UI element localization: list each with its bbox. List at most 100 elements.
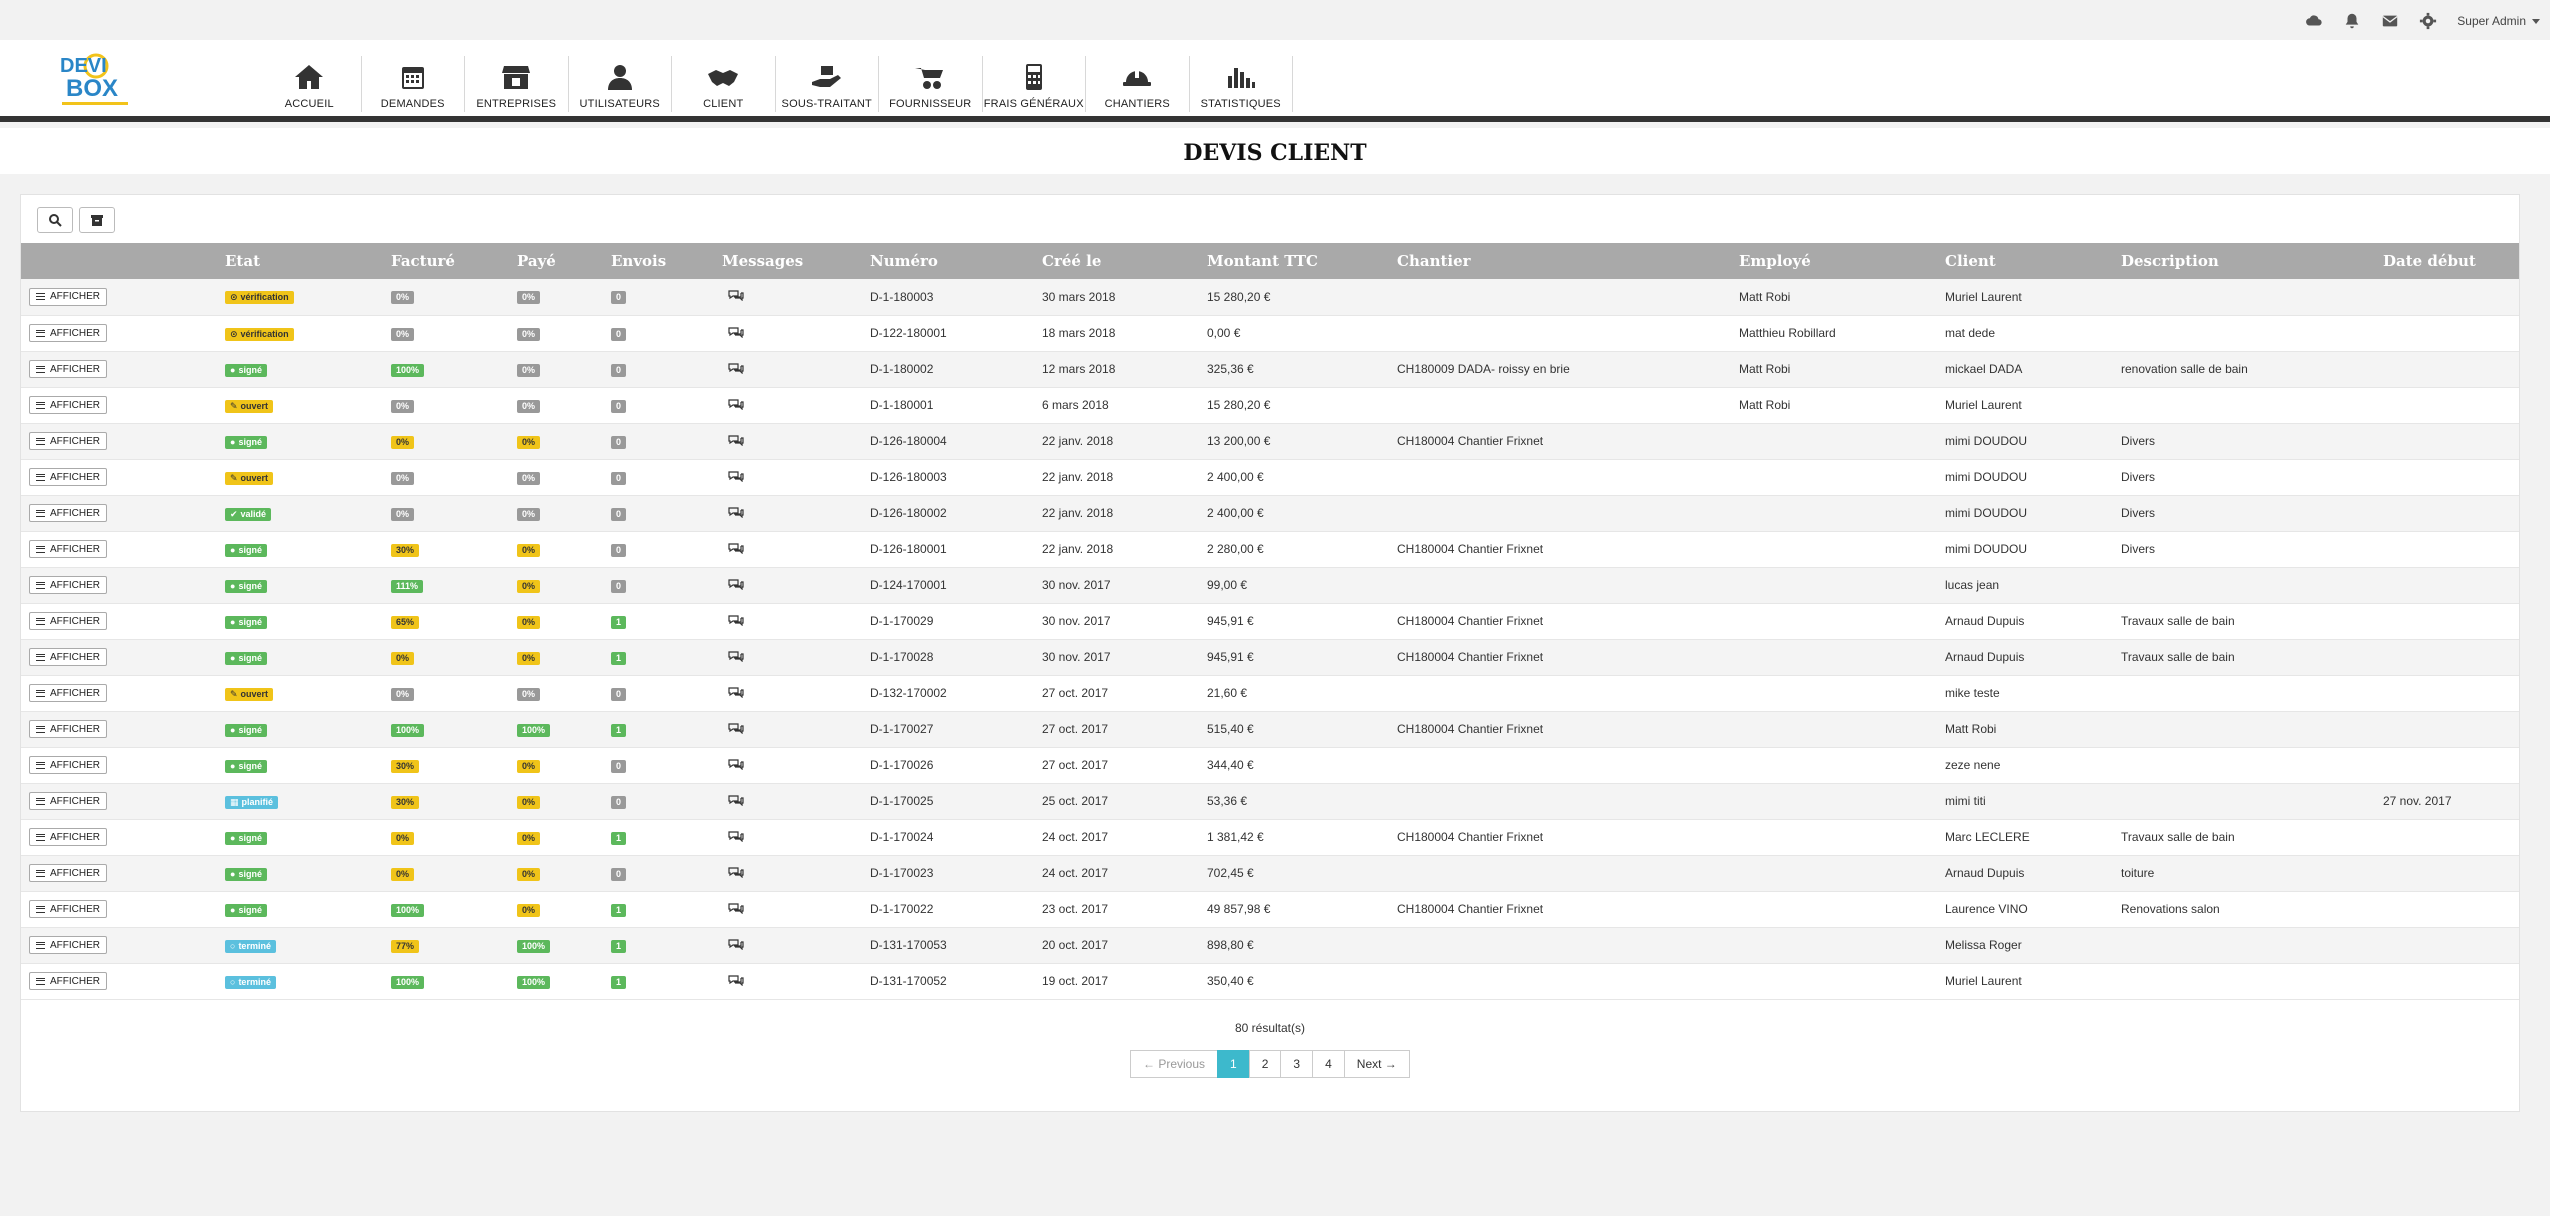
comments-icon[interactable] xyxy=(728,326,744,338)
comments-icon[interactable] xyxy=(728,434,744,446)
afficher-button[interactable]: AFFICHER xyxy=(29,972,107,990)
cell-numero: D-126-180002 xyxy=(870,506,947,520)
bell-icon[interactable] xyxy=(2343,12,2361,30)
comments-icon[interactable] xyxy=(728,902,744,914)
user-menu[interactable]: Super Admin xyxy=(2457,14,2540,28)
col-header-cree-le[interactable]: Créé le xyxy=(1042,243,1207,279)
sent-count-badge: 0 xyxy=(611,363,627,377)
afficher-button[interactable]: AFFICHER xyxy=(29,756,107,774)
comments-icon[interactable] xyxy=(728,758,744,770)
afficher-button[interactable]: AFFICHER xyxy=(29,360,107,378)
comments-icon[interactable] xyxy=(728,974,744,986)
col-header-facture[interactable]: Facturé xyxy=(391,243,517,279)
search-button[interactable] xyxy=(37,207,73,233)
afficher-button[interactable]: AFFICHER xyxy=(29,864,107,882)
nav-item-demandes[interactable]: DEMANDES xyxy=(362,56,465,112)
afficher-button[interactable]: AFFICHER xyxy=(29,396,107,414)
comments-icon[interactable] xyxy=(728,362,744,374)
afficher-button[interactable]: AFFICHER xyxy=(29,324,107,342)
col-header-envois[interactable]: Envois xyxy=(611,243,722,279)
comments-icon[interactable] xyxy=(728,830,744,842)
cell-paye: 0% xyxy=(517,423,611,459)
cell-employe: Matthieu Robillard xyxy=(1739,326,1836,340)
nav-item-chantiers[interactable]: CHANTIERS xyxy=(1086,56,1190,112)
nav-label: ACCUEIL xyxy=(284,98,334,110)
cell-messages xyxy=(722,603,870,639)
cell-description xyxy=(2121,315,2383,351)
afficher-button[interactable]: AFFICHER xyxy=(29,504,107,522)
col-header-employe[interactable]: Employé xyxy=(1739,243,1945,279)
cell-envois: 0 xyxy=(611,459,722,495)
col-header-client[interactable]: Client xyxy=(1945,243,2121,279)
afficher-button[interactable]: AFFICHER xyxy=(29,936,107,954)
cell-chantier xyxy=(1397,783,1739,819)
pagination-page-4[interactable]: 4 xyxy=(1312,1050,1345,1078)
afficher-button[interactable]: AFFICHER xyxy=(29,432,107,450)
col-header-messages[interactable]: Messages xyxy=(722,243,870,279)
afficher-button[interactable]: AFFICHER xyxy=(29,468,107,486)
cell-description xyxy=(2121,567,2383,603)
nav-item-fournisseur[interactable]: FOURNISSEUR xyxy=(879,56,983,112)
afficher-button[interactable]: AFFICHER xyxy=(29,828,107,846)
comments-icon[interactable] xyxy=(728,650,744,662)
pagination-page-2[interactable]: 2 xyxy=(1248,1050,1282,1078)
nav-item-client[interactable]: CLIENT xyxy=(672,56,776,112)
menu-icon xyxy=(36,545,45,553)
col-header-date-debut[interactable]: Date début xyxy=(2383,243,2519,279)
cell-montant: 0,00 € xyxy=(1207,326,1241,340)
comments-icon[interactable] xyxy=(728,866,744,878)
pagination-page-3[interactable]: 3 xyxy=(1280,1050,1314,1078)
envelope-icon[interactable] xyxy=(2381,12,2399,30)
pagination-previous[interactable]: ← Previous xyxy=(1130,1050,1219,1078)
nav-item-frais-generaux[interactable]: FRAIS GÉNÉRAUX xyxy=(983,56,1086,112)
afficher-button[interactable]: AFFICHER xyxy=(29,792,107,810)
afficher-button[interactable]: AFFICHER xyxy=(29,287,107,306)
nav-item-accueil[interactable]: ACCUEIL xyxy=(258,56,362,112)
afficher-button[interactable]: AFFICHER xyxy=(29,900,107,918)
gear-icon[interactable] xyxy=(2419,12,2437,30)
cloud-icon[interactable] xyxy=(2305,12,2323,30)
cell-paye: 0% xyxy=(517,639,611,675)
col-header-chantier[interactable]: Chantier xyxy=(1397,243,1739,279)
afficher-button[interactable]: AFFICHER xyxy=(29,576,107,594)
afficher-button[interactable]: AFFICHER xyxy=(29,684,107,702)
col-header-numero[interactable]: Numéro xyxy=(870,243,1042,279)
invoiced-badge: 100% xyxy=(391,975,425,989)
afficher-button[interactable]: AFFICHER xyxy=(29,720,107,738)
comments-icon[interactable] xyxy=(728,398,744,410)
nav-item-sous-traitant[interactable]: SOUS-TRAITANT xyxy=(776,56,879,112)
comments-icon[interactable] xyxy=(728,578,744,590)
status-icon: ● xyxy=(230,724,236,735)
col-header-description[interactable]: Description xyxy=(2121,243,2383,279)
comments-icon[interactable] xyxy=(728,289,744,302)
devibox-logo[interactable]: DEVI BOX xyxy=(58,46,134,116)
table-row: AFFICHER ✔ validé 0% 0% 0 D-126-180002 22 janv.… xyxy=(21,495,2519,531)
comments-icon[interactable] xyxy=(728,794,744,806)
col-header-paye[interactable]: Payé xyxy=(517,243,611,279)
afficher-button[interactable]: AFFICHER xyxy=(29,648,107,666)
archive-button[interactable] xyxy=(79,207,115,233)
status-icon: ● xyxy=(230,868,236,879)
status-label: signé xyxy=(238,832,262,843)
col-header-montant[interactable]: Montant TTC xyxy=(1207,243,1397,279)
comments-icon[interactable] xyxy=(728,722,744,734)
comments-icon[interactable] xyxy=(728,614,744,626)
pagination-next[interactable]: Next → xyxy=(1343,1050,1410,1078)
afficher-button[interactable]: AFFICHER xyxy=(29,612,107,630)
invoiced-badge: 0% xyxy=(391,867,415,881)
afficher-button[interactable]: AFFICHER xyxy=(29,540,107,558)
cell-etat: ● signé xyxy=(225,423,391,459)
comments-icon[interactable] xyxy=(728,938,744,950)
comments-icon[interactable] xyxy=(728,686,744,698)
col-header-etat[interactable]: Etat xyxy=(225,243,391,279)
cell-chantier xyxy=(1397,279,1739,315)
invoiced-badge: 100% xyxy=(391,903,425,917)
comments-icon[interactable] xyxy=(728,470,744,482)
nav-item-utilisateurs[interactable]: UTILISATEURS xyxy=(569,56,672,112)
pagination-page-1[interactable]: 1 xyxy=(1217,1050,1250,1078)
comments-icon[interactable] xyxy=(728,506,744,518)
comments-icon[interactable] xyxy=(728,542,744,554)
nav-item-entreprises[interactable]: ENTREPRISES xyxy=(465,56,569,112)
nav-item-statistiques[interactable]: STATISTIQUES xyxy=(1190,56,1293,112)
cell-numero: D-1-170024 xyxy=(870,830,934,844)
